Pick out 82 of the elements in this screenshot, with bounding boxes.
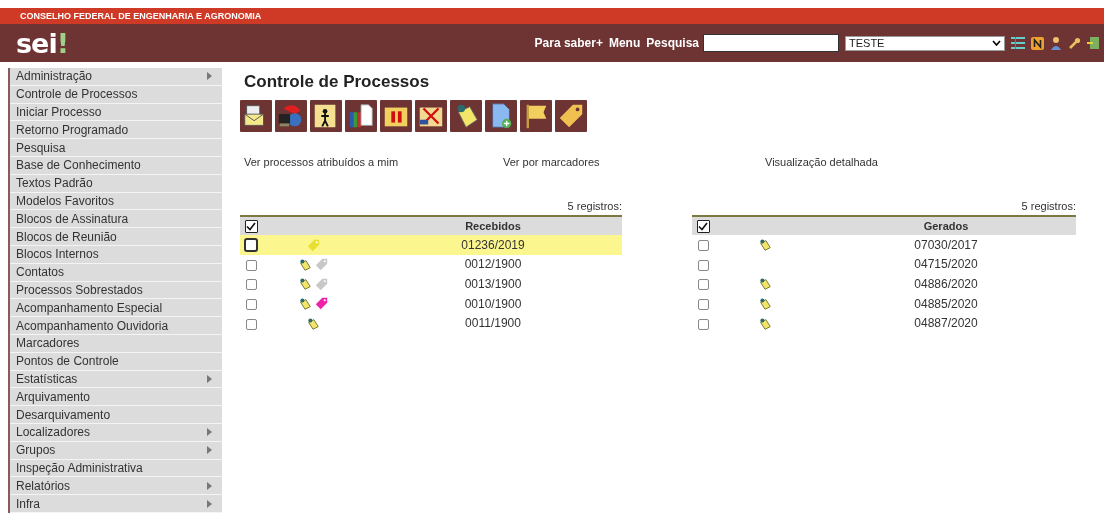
- nav-link[interactable]: Pesquisa: [646, 36, 699, 50]
- dropdown-caret-icon[interactable]: [992, 40, 1001, 46]
- note-icon[interactable]: [758, 316, 772, 331]
- row-checkbox[interactable]: [697, 318, 709, 330]
- note-icon[interactable]: [298, 297, 312, 311]
- logo[interactable]: sei!: [16, 29, 68, 57]
- view-link[interactable]: Visualização detalhada: [765, 156, 1076, 168]
- row-checkbox[interactable]: [244, 238, 258, 253]
- table-row[interactable]: 0012/1900: [240, 254, 622, 275]
- process-number[interactable]: 07030/2017: [914, 237, 978, 252]
- wrench-icon[interactable]: [1068, 36, 1081, 50]
- table-row[interactable]: 0010/1900: [240, 293, 622, 314]
- table-row[interactable]: 04886/2020: [692, 274, 1076, 294]
- process-number[interactable]: 0010/1900: [464, 296, 522, 311]
- process-number[interactable]: 04715/2020: [914, 257, 978, 272]
- books-icon[interactable]: [345, 100, 377, 132]
- menu-item[interactable]: Infra: [10, 495, 222, 513]
- column-header: Recebidos: [364, 216, 622, 235]
- pause-folder-icon[interactable]: [380, 100, 412, 132]
- table-row[interactable]: 0011/1900: [240, 313, 622, 333]
- flag-icon[interactable]: [520, 100, 552, 132]
- menu-item[interactable]: Pesquisa: [10, 139, 222, 157]
- note-icon[interactable]: [758, 277, 772, 292]
- process-number[interactable]: 01236/2019: [461, 237, 525, 252]
- row-checkbox[interactable]: [697, 259, 709, 271]
- note-icon[interactable]: [758, 238, 772, 253]
- process-number[interactable]: 04887/2020: [914, 316, 978, 331]
- note-icon[interactable]: [758, 297, 772, 311]
- tag-icon[interactable]: [555, 100, 587, 132]
- menu-item[interactable]: Relatórios: [10, 477, 222, 496]
- envelope-icon[interactable]: [240, 100, 272, 132]
- menu-item[interactable]: Acompanhamento Ouvidoria: [10, 317, 222, 335]
- tag-icon[interactable]: [315, 297, 328, 311]
- row-checkbox[interactable]: [245, 259, 257, 271]
- view-link[interactable]: Ver por marcadores: [503, 156, 765, 168]
- table-row[interactable]: 04887/2020: [692, 313, 1076, 333]
- process-number[interactable]: 0012/1900: [464, 257, 522, 272]
- person-folder-icon[interactable]: [310, 100, 342, 132]
- table-row[interactable]: 0013/1900: [240, 274, 622, 294]
- page-title: Controle de Processos: [244, 72, 431, 92]
- select-all-checkbox[interactable]: [244, 219, 258, 233]
- process-number[interactable]: 0013/1900: [464, 277, 522, 291]
- organization-name: CONSELHO FEDERAL DE ENGENHARIA E AGRONOMIA: [20, 11, 262, 21]
- menu-item[interactable]: Desarquivamento: [10, 406, 222, 424]
- record-count: 5 registros:: [566, 200, 622, 212]
- user-icon[interactable]: [1050, 36, 1062, 50]
- exit-icon[interactable]: [1087, 36, 1100, 50]
- table-row[interactable]: 04885/2020: [692, 293, 1076, 314]
- nav-link[interactable]: Para saber+: [534, 36, 603, 50]
- row-checkbox[interactable]: [697, 240, 709, 252]
- search-field[interactable]: [703, 34, 839, 52]
- row-checkbox[interactable]: [697, 298, 709, 310]
- sticky-note-icon[interactable]: [450, 100, 482, 132]
- note-icon[interactable]: [306, 316, 320, 331]
- process-number[interactable]: 04885/2020: [914, 296, 978, 311]
- record-count: 5 registros:: [1020, 200, 1076, 212]
- select-all-checkbox[interactable]: [696, 219, 710, 233]
- process-number[interactable]: 0011/1900: [465, 316, 521, 331]
- menu-item[interactable]: Acompanhamento Especial: [10, 299, 222, 318]
- globe-computer-icon[interactable]: [275, 100, 307, 132]
- nav-link[interactable]: Menu: [608, 36, 641, 50]
- row-checkbox[interactable]: [245, 318, 257, 330]
- menu-item[interactable]: Blocos de Assinatura: [10, 210, 222, 229]
- row-checkbox[interactable]: [697, 279, 709, 291]
- menu-item[interactable]: Arquivamento: [10, 388, 222, 407]
- row-checkbox[interactable]: [245, 279, 257, 291]
- table-row[interactable]: 07030/2017: [692, 235, 1076, 255]
- unit-select[interactable]: TESTE: [845, 35, 1005, 51]
- new-document-icon[interactable]: [485, 100, 517, 132]
- process-number[interactable]: 04886/2020: [914, 277, 978, 291]
- row-checkbox[interactable]: [245, 298, 257, 310]
- column-header: Gerados: [816, 216, 1076, 235]
- list-icon[interactable]: [1011, 37, 1025, 49]
- menu-item[interactable]: Retorno Programado: [10, 121, 222, 140]
- menu-item[interactable]: Administração: [10, 68, 222, 86]
- view-link[interactable]: Ver processos atribuídos a mim: [244, 156, 503, 168]
- note-icon[interactable]: [298, 257, 312, 272]
- note-icon[interactable]: [298, 277, 312, 292]
- notification-icon[interactable]: [1031, 36, 1044, 50]
- folder-cross-icon[interactable]: [415, 100, 447, 132]
- menu-item[interactable]: Blocos de Reunião: [10, 228, 222, 246]
- table-row[interactable]: 04715/2020: [692, 254, 1076, 275]
